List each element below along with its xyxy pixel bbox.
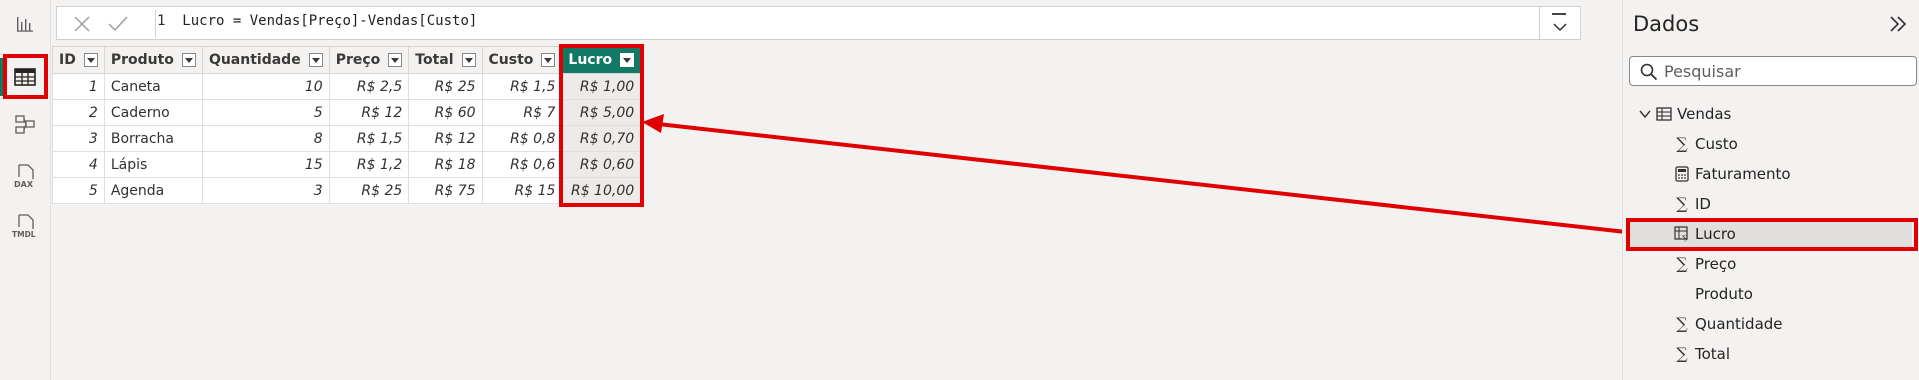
field-id[interactable]: ∑ ID — [1673, 190, 1711, 218]
sigma-icon: ∑ — [1676, 344, 1688, 363]
data-pane: Dados Pesquisar Vendas ∑ Custo Faturamen… — [1622, 0, 1919, 380]
field-label: Preço — [1695, 255, 1737, 273]
field-label: Custo — [1695, 135, 1738, 153]
field-label: Total — [1695, 345, 1731, 363]
calculator-icon — [1673, 165, 1691, 183]
field-faturamento[interactable]: Faturamento — [1673, 160, 1791, 188]
field-custo[interactable]: ∑ Custo — [1673, 130, 1738, 158]
data-pane-title: Dados — [1633, 12, 1700, 36]
search-box — [1629, 56, 1917, 86]
field-produto[interactable]: Produto — [1695, 280, 1753, 308]
field-label: Quantidade — [1695, 315, 1783, 333]
field-label: Produto — [1695, 285, 1753, 303]
field-label: ID — [1695, 195, 1711, 213]
tree-table-label: Vendas — [1677, 105, 1732, 123]
collapse-pane-button[interactable] — [1888, 14, 1908, 34]
double-chevron-right-icon — [1890, 16, 1907, 32]
lucro-field-highlight — [1626, 218, 1918, 251]
sigma-icon: ∑ — [1676, 254, 1688, 273]
sigma-icon: ∑ — [1676, 314, 1688, 333]
sigma-icon: ∑ — [1676, 194, 1688, 213]
sigma-icon: ∑ — [1676, 134, 1688, 153]
chevron-down-icon[interactable] — [1637, 106, 1653, 122]
table-icon — [1655, 105, 1673, 123]
search-input[interactable] — [1664, 61, 1904, 81]
field-label: Faturamento — [1695, 165, 1791, 183]
field-preco[interactable]: ∑ Preço — [1673, 250, 1736, 278]
field-quantidade[interactable]: ∑ Quantidade — [1673, 310, 1783, 338]
field-total[interactable]: ∑ Total — [1673, 340, 1730, 368]
search-icon — [1640, 63, 1658, 85]
tree-table-vendas[interactable]: Vendas — [1637, 100, 1731, 128]
